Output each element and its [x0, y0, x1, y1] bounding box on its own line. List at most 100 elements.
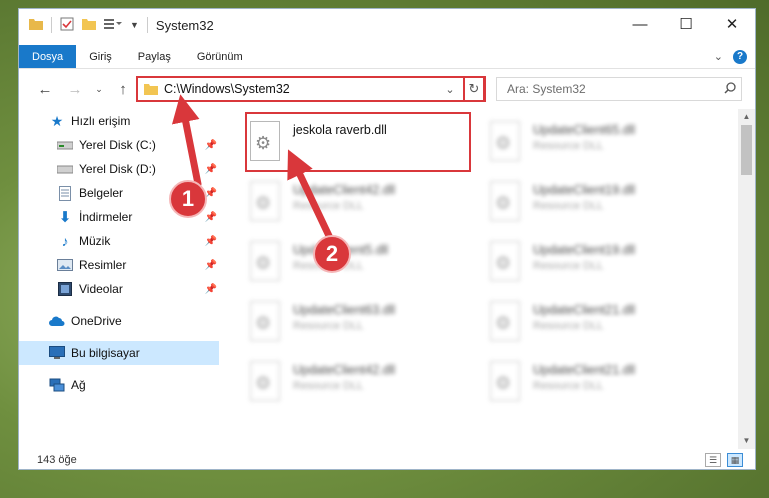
dll-file-icon: ⚙: [247, 241, 283, 285]
help-icon[interactable]: ?: [733, 49, 747, 64]
pin-icon[interactable]: 📌: [205, 236, 217, 247]
window-controls: — ☐ ✕: [617, 9, 755, 39]
pin-icon[interactable]: 📌: [205, 212, 217, 223]
close-button[interactable]: ✕: [709, 9, 755, 39]
up-arrow-icon[interactable]: ↑: [111, 77, 135, 101]
document-icon: [57, 185, 73, 201]
sidebar-item-label: Belgeler: [79, 186, 124, 200]
file-name: UpdateClient21.dll: [533, 363, 636, 377]
file-type: Resource DLL: [293, 200, 364, 212]
file-name: UpdateClient63.dll: [293, 303, 396, 317]
dll-file-icon: ⚙: [487, 121, 523, 165]
expand-ribbon-icon[interactable]: ⌄: [714, 50, 723, 63]
search-box[interactable]: [496, 77, 742, 101]
file-item[interactable]: ⚙ UpdateClient65.dll Resource DLL: [471, 113, 701, 173]
sidebar-item-pictures[interactable]: Resimler 📌: [19, 253, 219, 277]
sidebar-item-music[interactable]: ♪ Müzik 📌: [19, 229, 219, 253]
pin-icon[interactable]: 📌: [205, 164, 217, 175]
sidebar-item-this-pc[interactable]: Bu bilgisayar: [19, 341, 219, 365]
dll-file-icon: ⚙: [487, 361, 523, 405]
sidebar-item-label: Müzik: [79, 234, 111, 248]
step-badge-2: 2: [313, 235, 351, 273]
vertical-scrollbar[interactable]: ▲ ▼: [738, 109, 755, 449]
scroll-down-icon[interactable]: ▼: [738, 433, 755, 449]
refresh-icon[interactable]: ↻: [463, 76, 485, 102]
dll-file-icon: ⚙: [247, 181, 283, 225]
file-item[interactable]: ⚙ UpdateClient19.dll Resource DLL: [471, 233, 701, 293]
new-folder-icon[interactable]: [82, 18, 96, 33]
file-item[interactable]: ⚙ UpdateClient42.dll Resource DLL: [231, 173, 461, 233]
step-badge-1: 1: [169, 180, 207, 218]
window-title: System32: [155, 17, 214, 33]
pin-icon[interactable]: 📌: [205, 260, 217, 271]
file-type: Resource DLL: [533, 140, 604, 152]
ribbon-tabs: Dosya Giriş Paylaş Görünüm ⌄ ?: [19, 45, 755, 69]
sidebar-item-label: Hızlı erişim: [71, 114, 131, 128]
video-icon: [57, 281, 73, 297]
sidebar-item-quick-access[interactable]: ★ Hızlı erişim: [19, 109, 219, 133]
file-type: Resource DLL: [293, 380, 364, 392]
minimize-button[interactable]: —: [617, 9, 663, 39]
back-arrow-icon[interactable]: ←: [33, 77, 57, 101]
toolbar-divider: [51, 17, 52, 33]
dll-file-icon: ⚙: [487, 181, 523, 225]
dll-file-icon: ⚙: [487, 301, 523, 345]
file-name: UpdateClient42.dll: [293, 183, 396, 197]
sidebar-item-label: Yerel Disk (D:): [79, 162, 156, 176]
file-item[interactable]: ⚙ UpdateClient63.dll Resource DLL: [231, 293, 461, 353]
file-item[interactable]: ⚙ UpdateClient21.dll Resource DLL: [471, 353, 701, 413]
dll-file-icon: ⚙: [487, 241, 523, 285]
file-item[interactable]: ⚙ UpdateClient42.dll Resource DLL: [231, 353, 461, 413]
sidebar-item-label: Resimler: [79, 258, 127, 272]
network-icon: [49, 377, 65, 393]
details-view-icon[interactable]: ☰: [705, 453, 721, 467]
maximize-button[interactable]: ☐: [663, 9, 709, 39]
sidebar-item-videos[interactable]: Videolar 📌: [19, 277, 219, 301]
address-bar[interactable]: C:\Windows\System32 ⌄: [136, 76, 486, 102]
tiles-view-icon[interactable]: ▦: [727, 453, 743, 467]
sidebar-item-label: İndirmeler: [79, 210, 133, 224]
file-item[interactable]: ⚙ UpdateClient19.dll Resource DLL: [471, 173, 701, 233]
scroll-up-icon[interactable]: ▲: [738, 109, 755, 125]
address-path[interactable]: C:\Windows\System32: [164, 82, 442, 96]
computer-icon: [49, 345, 65, 361]
scrollbar-thumb[interactable]: [741, 125, 752, 175]
file-name: UpdateClient19.dll: [533, 183, 636, 197]
file-type: Resource DLL: [533, 260, 604, 272]
file-type: Resource DLL: [533, 320, 604, 332]
tab-dosya[interactable]: Dosya: [19, 45, 77, 68]
forward-arrow-icon[interactable]: →: [63, 77, 87, 101]
file-highlight-box: [245, 112, 471, 172]
tab-gorunum[interactable]: Görünüm: [184, 45, 256, 68]
sidebar-item-network[interactable]: Ağ: [19, 373, 219, 397]
folder-icon: [29, 18, 43, 33]
file-name: UpdateClient42.dll: [293, 363, 396, 377]
file-name: UpdateClient21.dll: [533, 303, 636, 317]
dll-file-icon: ⚙: [247, 301, 283, 345]
pin-icon[interactable]: 📌: [205, 140, 217, 151]
star-icon: ★: [50, 112, 64, 129]
sidebar-item-disk-d[interactable]: Yerel Disk (D:) 📌: [19, 157, 219, 181]
search-input[interactable]: [497, 82, 719, 96]
drive-icon: [57, 161, 73, 177]
address-dropdown-icon[interactable]: ⌄: [442, 83, 458, 96]
chevron-down-icon[interactable]: ▼: [130, 20, 139, 30]
properties-icon[interactable]: [60, 17, 74, 34]
search-icon[interactable]: [719, 81, 741, 97]
recent-locations-chevron-icon[interactable]: ⌄: [87, 77, 111, 101]
sidebar-item-label: Ağ: [71, 378, 86, 392]
file-item[interactable]: ⚙ UpdateClient21.dll Resource DLL: [471, 293, 701, 353]
customize-toolbar-icon[interactable]: [104, 18, 122, 33]
status-bar: 143 öğe ☰ ▦: [19, 449, 755, 469]
sidebar-item-disk-c[interactable]: Yerel Disk (C:) 📌: [19, 133, 219, 157]
quick-access-toolbar: ▼: [29, 17, 148, 34]
tab-paylas[interactable]: Paylaş: [125, 45, 184, 68]
sidebar-item-label: OneDrive: [71, 314, 122, 328]
tab-giris[interactable]: Giriş: [76, 45, 125, 68]
sidebar-item-onedrive[interactable]: OneDrive: [19, 309, 219, 333]
pin-icon[interactable]: 📌: [205, 284, 217, 295]
download-icon: ⬇: [58, 209, 72, 226]
title-bar: ▼ System32 — ☐ ✕: [19, 9, 755, 41]
explorer-window: ▼ System32 — ☐ ✕ Dosya Giriş Paylaş Görü…: [18, 8, 756, 470]
navigation-pane: ★ Hızlı erişim Yerel Disk (C:) 📌 Yerel D…: [19, 109, 219, 449]
